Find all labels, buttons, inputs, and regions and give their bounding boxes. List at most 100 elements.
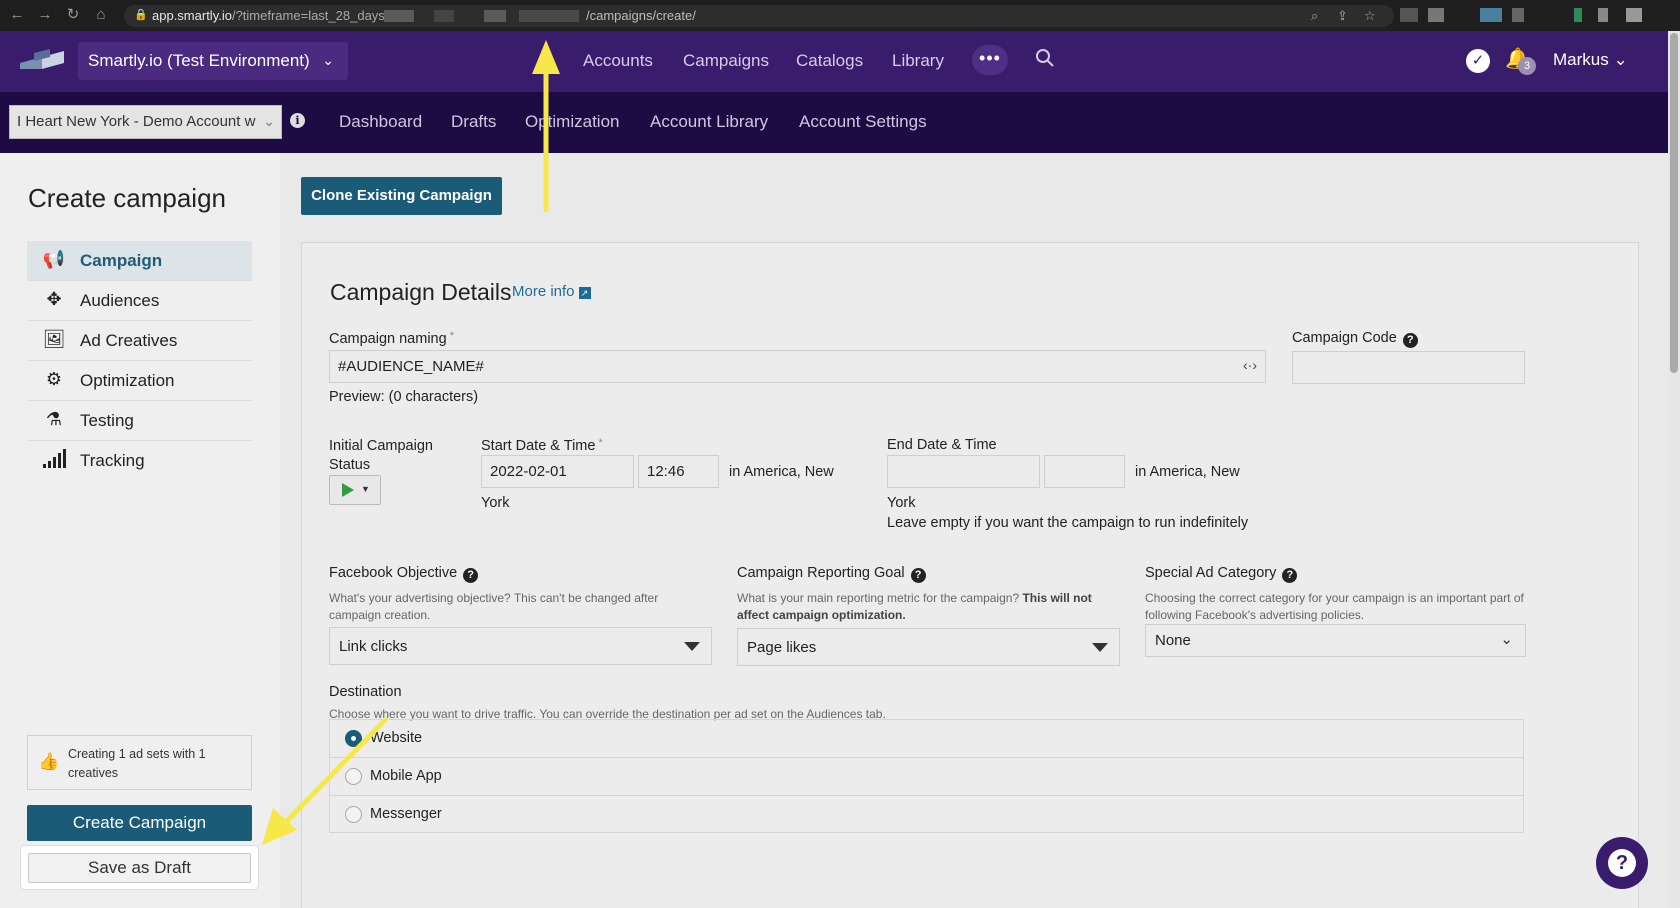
- nav-account-library[interactable]: Account Library: [650, 112, 768, 132]
- address-bar[interactable]: 🔒 app.smartly.io/?timeframe=last_28_days…: [124, 5, 1394, 27]
- url-path: /campaigns/create/: [586, 8, 696, 23]
- facebook-objective-label: Facebook Objective?: [329, 565, 479, 583]
- star-icon[interactable]: ☆: [1364, 8, 1376, 24]
- destination-label: Destination: [329, 684, 402, 700]
- environment-selector[interactable]: Smartly.io (Test Environment) ⌄: [78, 42, 348, 80]
- end-time-input[interactable]: [1044, 455, 1125, 488]
- extension-icon[interactable]: [1512, 8, 1524, 22]
- start-timezone-cont: York: [481, 495, 510, 511]
- extension-icon[interactable]: [1626, 8, 1642, 22]
- special-ad-category-label: Special Ad Category?: [1145, 565, 1298, 583]
- special-ad-category-hint: Choosing the correct category for your c…: [1145, 591, 1524, 622]
- extension-icon[interactable]: [1428, 8, 1444, 22]
- external-link-icon: ↗: [578, 287, 591, 299]
- smartly-logo-icon[interactable]: [20, 49, 66, 73]
- start-date-label: Start Date & Time *: [481, 437, 603, 454]
- campaign-naming-input[interactable]: #AUDIENCE_NAME# ‹·›: [329, 350, 1266, 383]
- user-menu[interactable]: Markus ⌄: [1553, 50, 1628, 70]
- nav-optimization[interactable]: Optimization: [525, 112, 619, 132]
- page-scrollbar[interactable]: [1668, 31, 1680, 908]
- facebook-objective-label-text: Facebook Objective: [329, 565, 458, 581]
- flask-icon: ⚗: [45, 409, 63, 429]
- destination-option-mobile-app[interactable]: Mobile App: [330, 758, 1523, 796]
- reload-icon[interactable]: ↻: [64, 6, 82, 24]
- sidebar-item-campaign[interactable]: 📢 Campaign: [27, 241, 252, 281]
- more-info-link[interactable]: More info ↗: [512, 283, 591, 300]
- forward-icon[interactable]: →: [36, 6, 54, 24]
- end-date-input[interactable]: [887, 455, 1040, 488]
- extension-icon[interactable]: [1598, 8, 1608, 22]
- sidebar-item-ad-creatives[interactable]: 🖼 Ad Creatives: [27, 321, 252, 361]
- campaign-naming-label-text: Campaign naming: [329, 331, 447, 347]
- info-icon[interactable]: i: [290, 113, 305, 128]
- radio-selected[interactable]: [345, 730, 362, 747]
- sidebar-item-label: Ad Creatives: [80, 331, 178, 350]
- chevron-down-icon: ⌄: [322, 52, 334, 68]
- save-as-draft-button[interactable]: Save as Draft: [28, 853, 251, 883]
- radio-unselected[interactable]: [345, 768, 362, 785]
- destination-option-website[interactable]: Website: [330, 720, 1523, 758]
- sidebar-item-testing[interactable]: ⚗ Testing: [27, 401, 252, 441]
- image-icon: 🖼: [42, 329, 66, 349]
- destination-label-text: Mobile App: [370, 768, 442, 784]
- campaign-code-input[interactable]: [1292, 351, 1525, 384]
- campaign-code-label: Campaign Code?: [1292, 330, 1418, 348]
- nav-library[interactable]: Library: [892, 51, 944, 71]
- caret-down-icon: [684, 642, 700, 651]
- create-campaign-button[interactable]: Create Campaign: [27, 805, 252, 841]
- url-redaction: [484, 10, 506, 22]
- sidebar-item-optimization[interactable]: ⚙ Optimization: [27, 361, 252, 401]
- sidebar-item-tracking[interactable]: Tracking: [27, 441, 252, 481]
- facebook-objective-select[interactable]: Link clicks: [329, 627, 712, 665]
- home-icon[interactable]: ⌂: [92, 6, 110, 24]
- campaign-status-toggle[interactable]: ▼: [329, 475, 381, 505]
- reporting-goal-label: Campaign Reporting Goal?: [737, 565, 926, 583]
- scrollbar-thumb[interactable]: [1670, 33, 1678, 373]
- help-icon[interactable]: ?: [910, 568, 926, 583]
- clone-existing-campaign-button[interactable]: Clone Existing Campaign: [301, 177, 502, 215]
- sidebar-item-audiences[interactable]: ✥ Audiences: [27, 281, 252, 321]
- help-icon[interactable]: ?: [1402, 333, 1418, 348]
- url-redaction: [384, 10, 414, 22]
- extension-icon[interactable]: [1574, 8, 1582, 22]
- share-icon[interactable]: ⇪: [1337, 8, 1348, 24]
- page-title: Create campaign: [28, 183, 226, 213]
- notification-badge: 3: [1518, 57, 1536, 75]
- play-icon: [342, 483, 354, 497]
- nav-account-settings[interactable]: Account Settings: [799, 112, 927, 132]
- required-marker: *: [598, 437, 603, 449]
- gears-icon: ⚙: [45, 369, 63, 389]
- section-title: Campaign Details: [330, 279, 512, 305]
- destination-option-messenger[interactable]: Messenger: [330, 796, 1523, 834]
- nav-dashboard[interactable]: Dashboard: [339, 112, 422, 132]
- account-selector[interactable]: I Heart New York - Demo Account w ⌄: [9, 105, 282, 139]
- nav-campaigns[interactable]: Campaigns: [683, 51, 769, 71]
- signal-bars-icon: [41, 449, 67, 471]
- special-ad-category-select[interactable]: None ⌄: [1145, 624, 1526, 657]
- zoom-icon[interactable]: ⌕: [1311, 8, 1318, 24]
- start-date-input[interactable]: 2022-02-01: [481, 455, 634, 488]
- radio-unselected[interactable]: [345, 806, 362, 823]
- reporting-goal-select[interactable]: Page likes: [737, 628, 1120, 666]
- more-menu-button[interactable]: •••: [972, 45, 1008, 75]
- start-time-input[interactable]: 12:46: [638, 455, 719, 488]
- chevron-down-icon: ⌄: [259, 113, 275, 130]
- check-circle-icon[interactable]: ✓: [1466, 49, 1490, 73]
- start-timezone: in America, New: [729, 464, 834, 480]
- extension-icon[interactable]: [1400, 8, 1418, 22]
- code-brackets-icon[interactable]: ‹·›: [1243, 357, 1257, 373]
- campaign-summary: 👍 Creating 1 ad sets with 1 creatives: [27, 735, 252, 790]
- end-timezone-cont: York: [887, 495, 916, 511]
- help-icon[interactable]: ?: [1282, 568, 1298, 583]
- nav-drafts[interactable]: Drafts: [451, 112, 496, 132]
- campaign-naming-label: Campaign naming *: [329, 330, 454, 347]
- destination-label-text: Messenger: [370, 806, 442, 822]
- help-chat-button[interactable]: ?: [1596, 837, 1648, 889]
- help-icon[interactable]: ?: [463, 568, 479, 583]
- environment-label: Smartly.io (Test Environment): [88, 51, 310, 70]
- nav-catalogs[interactable]: Catalogs: [796, 51, 863, 71]
- back-icon[interactable]: ←: [8, 6, 26, 24]
- extension-icon[interactable]: [1480, 8, 1502, 22]
- search-icon[interactable]: [1035, 48, 1055, 68]
- nav-accounts[interactable]: Accounts: [583, 51, 653, 71]
